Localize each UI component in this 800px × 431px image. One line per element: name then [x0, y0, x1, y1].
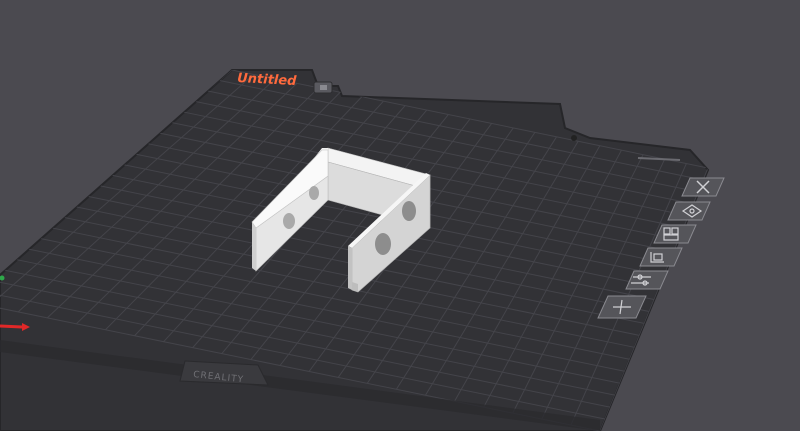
- left-hole-2: [309, 186, 319, 200]
- plate-clip-icon: [571, 135, 577, 141]
- plate-lock-icon[interactable]: [313, 81, 333, 94]
- plate-toolbar-object-settings[interactable]: [667, 201, 711, 221]
- plate-name[interactable]: Untitled: [237, 71, 298, 89]
- right-hole-2: [402, 201, 416, 221]
- plate-toolbar-orient[interactable]: [639, 247, 683, 267]
- model-right-edge: [348, 246, 352, 290]
- left-hole-1: [283, 213, 295, 229]
- right-hole-1: [375, 233, 391, 255]
- plate-toolbar-close[interactable]: [681, 177, 725, 197]
- plate-toolbar-sliders[interactable]: [625, 270, 669, 290]
- x-axis: [0, 324, 23, 329]
- plate-toolbar-arrange[interactable]: [653, 224, 697, 244]
- scene-canvas[interactable]: CREALITY Untitled: [0, 0, 800, 431]
- 3d-viewport[interactable]: CREALITY Untitled: [0, 0, 800, 431]
- model-left-edge: [252, 222, 256, 271]
